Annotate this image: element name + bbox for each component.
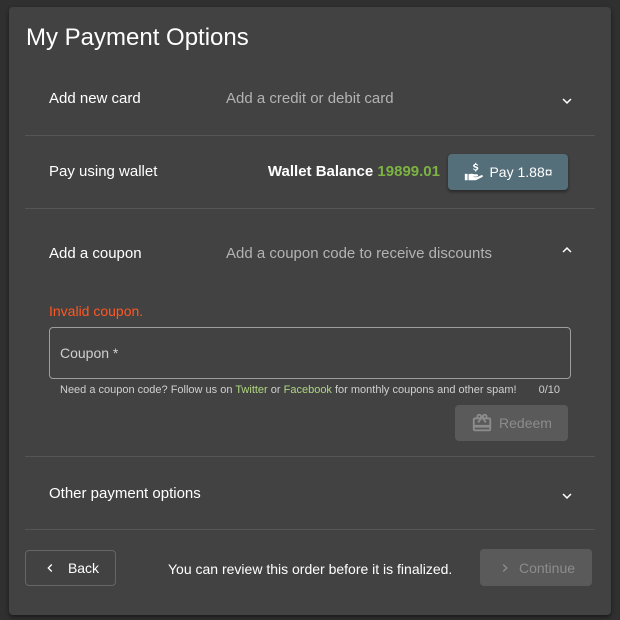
review-notice: You can review this order before it is f… — [168, 561, 453, 577]
redeem-button[interactable]: Redeem — [455, 405, 568, 441]
coupon-section: Add a coupon Add a coupon code to receiv… — [25, 209, 595, 457]
gift-icon — [471, 412, 493, 434]
chevron-up-icon[interactable] — [558, 241, 576, 259]
wallet-balance-label: Wallet Balance — [267, 163, 374, 180]
twitter-link[interactable]: Twitter — [235, 384, 267, 396]
coupon-input[interactable] — [50, 328, 570, 378]
add-card-label: Add new card — [49, 90, 141, 107]
add-card-section[interactable]: Add new card Add a credit or debit card — [25, 62, 595, 136]
pay-with-wallet-button[interactable]: Pay 1.88¤ — [448, 154, 568, 190]
redeem-button-label: Redeem — [499, 415, 552, 431]
page-title: My Payment Options — [26, 24, 249, 51]
chevron-left-icon — [42, 560, 58, 576]
wallet-label: Pay using wallet — [49, 163, 158, 180]
chevron-down-icon[interactable] — [558, 92, 576, 110]
add-card-description: Add a credit or debit card — [226, 90, 394, 107]
other-payment-label: Other payment options — [49, 485, 201, 502]
continue-button-label: Continue — [518, 559, 576, 576]
pay-button-label: Pay 1.88¤ — [489, 164, 553, 180]
hand-dollar-icon — [463, 161, 485, 183]
back-button[interactable]: Back — [25, 550, 116, 586]
chevron-down-icon[interactable] — [558, 487, 576, 505]
coupon-error-message: Invalid coupon. — [49, 303, 144, 319]
wallet-section: Pay using wallet Wallet Balance 19899.01… — [25, 136, 595, 209]
back-button-label: Back — [67, 560, 100, 576]
wallet-balance: Wallet Balance 19899.01 — [268, 163, 440, 180]
continue-button[interactable]: Continue — [480, 549, 592, 586]
facebook-link[interactable]: Facebook — [284, 384, 332, 396]
coupon-label: Add a coupon — [49, 245, 142, 262]
coupon-field[interactable] — [49, 327, 571, 379]
helper-mid: or — [267, 384, 284, 396]
coupon-helper-text: Need a coupon code? Follow us on Twitter… — [60, 384, 517, 396]
chevron-right-icon — [497, 560, 513, 576]
coupon-description: Add a coupon code to receive discounts — [226, 245, 493, 262]
helper-suffix: for monthly coupons and other spam! — [331, 384, 517, 396]
helper-prefix: Need a coupon code? Follow us on — [60, 384, 236, 396]
wallet-balance-value: 19899.01 — [377, 163, 440, 180]
coupon-char-counter: 0/10 — [538, 384, 560, 396]
payment-options-card: My Payment Options Add new card Add a cr… — [9, 7, 611, 615]
other-payment-section[interactable]: Other payment options — [25, 457, 595, 530]
